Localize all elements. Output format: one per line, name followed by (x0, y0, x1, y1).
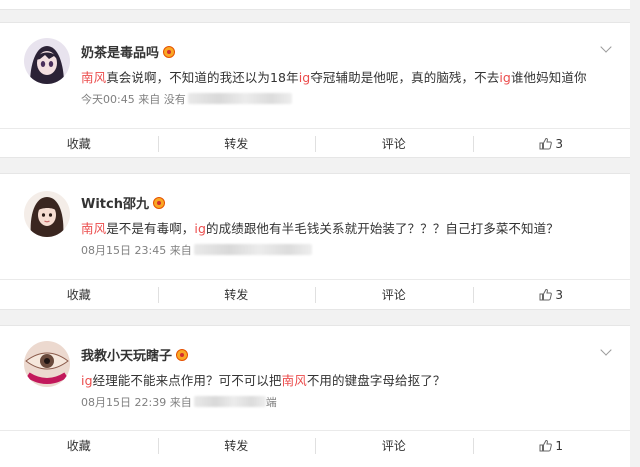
mention-text[interactable]: 南风 (81, 221, 106, 236)
like-button[interactable]: 3 (472, 135, 631, 153)
post-meta: 08月15日 23:45 来自 (81, 242, 312, 258)
source-suffix: 端 (265, 396, 277, 409)
avatar[interactable] (24, 38, 70, 84)
comment-segment: 不用的键盘字母给抠了？ (306, 373, 446, 388)
badge-icon (152, 197, 165, 209)
timestamp: 今天00:45 (81, 93, 135, 106)
comment-text: ig经理能不能来点作用？可不可以把南风不用的键盘字母给抠了？ (81, 370, 445, 389)
like-button[interactable]: 3 (472, 286, 631, 304)
chevron-down-icon[interactable] (600, 41, 612, 53)
repost-button[interactable]: 转发 (157, 286, 316, 304)
mention-text[interactable]: ig (499, 70, 511, 85)
like-count: 3 (555, 287, 564, 302)
username-text[interactable]: 奶茶是毒品吗 (81, 46, 159, 61)
timestamp: 08月15日 22:39 (81, 396, 167, 409)
blurred-source (193, 396, 266, 407)
badge-icon (176, 349, 189, 361)
like-count: 1 (555, 438, 564, 453)
username[interactable]: 我教小天玩瞎子 (81, 345, 189, 364)
comment-button[interactable]: 评论 (315, 135, 473, 153)
action-bar: 收藏 转发 评论 1 (0, 430, 630, 460)
mention-text[interactable]: ig (81, 373, 93, 388)
comment-segment: 经理能不能来点作用？可不可以把 (92, 373, 282, 388)
previous-post-card (0, 0, 630, 10)
blurred-source (193, 244, 312, 255)
username-text[interactable]: Witch邵九 (81, 197, 149, 212)
avatar[interactable] (24, 341, 70, 387)
blurred-source (187, 93, 292, 104)
repost-button[interactable]: 转发 (157, 135, 316, 153)
username[interactable]: 奶茶是毒品吗 (81, 42, 176, 61)
comment-segment: 真会说啊，不知道的我还以为18年 (106, 70, 299, 85)
username[interactable]: Witch邵九 (81, 193, 165, 212)
mention-text[interactable]: ig (299, 70, 311, 85)
scrollbar[interactable] (630, 0, 640, 467)
post-card: Witch邵九 南风是不是有毒啊，ig的成绩跟他有半毛钱关系就开始装了？？？自己… (0, 173, 630, 310)
mention-text[interactable]: 南风 (282, 373, 307, 388)
comment-segment: 是不是有毒啊， (106, 221, 195, 236)
mention-text[interactable]: 南风 (81, 70, 106, 85)
action-bar: 收藏 转发 评论 3 (0, 128, 630, 158)
badge-icon (163, 46, 176, 58)
collect-button[interactable]: 收藏 (0, 437, 158, 455)
comment-segment: 夺冠辅助是他呢，真的脑残，不去 (310, 70, 500, 85)
mention-text[interactable]: ig (194, 221, 206, 236)
thumbs-up-icon (539, 137, 553, 150)
collect-button[interactable]: 收藏 (0, 286, 158, 304)
avatar[interactable] (24, 191, 70, 237)
like-count: 3 (555, 136, 564, 151)
post-meta: 今天00:45 来自 没有 (81, 91, 292, 107)
comment-text: 南风真会说啊，不知道的我还以为18年ig夺冠辅助是他呢，真的脑残，不去ig谁他妈… (81, 67, 587, 86)
chevron-down-icon[interactable] (600, 344, 612, 356)
comment-text: 南风是不是有毒啊，ig的成绩跟他有半毛钱关系就开始装了？？？自己打多菜不知道？ (81, 218, 559, 237)
comment-segment: 谁他妈知道你 (510, 70, 587, 85)
timestamp: 08月15日 23:45 (81, 244, 167, 257)
like-button[interactable]: 1 (472, 437, 631, 455)
comment-segment: 的成绩跟他有半毛钱关系就开始装了？？？自己打多菜不知道？ (206, 221, 559, 236)
source-label: 来自 没有 (138, 93, 186, 106)
username-text[interactable]: 我教小天玩瞎子 (81, 349, 172, 364)
post-meta: 08月15日 22:39 来自 端 (81, 394, 277, 410)
post-card: 我教小天玩瞎子 ig经理能不能来点作用？可不可以把南风不用的键盘字母给抠了？ 0… (0, 325, 630, 467)
action-bar: 收藏 转发 评论 3 (0, 279, 630, 309)
collect-button[interactable]: 收藏 (0, 135, 158, 153)
repost-button[interactable]: 转发 (157, 437, 316, 455)
source-label: 来自 (169, 244, 192, 257)
comment-button[interactable]: 评论 (315, 286, 473, 304)
source-label: 来自 (169, 396, 192, 409)
thumbs-up-icon (539, 439, 553, 452)
thumbs-up-icon (539, 288, 553, 301)
post-card: 奶茶是毒品吗 南风真会说啊，不知道的我还以为18年ig夺冠辅助是他呢，真的脑残，… (0, 22, 630, 158)
comment-button[interactable]: 评论 (315, 437, 473, 455)
